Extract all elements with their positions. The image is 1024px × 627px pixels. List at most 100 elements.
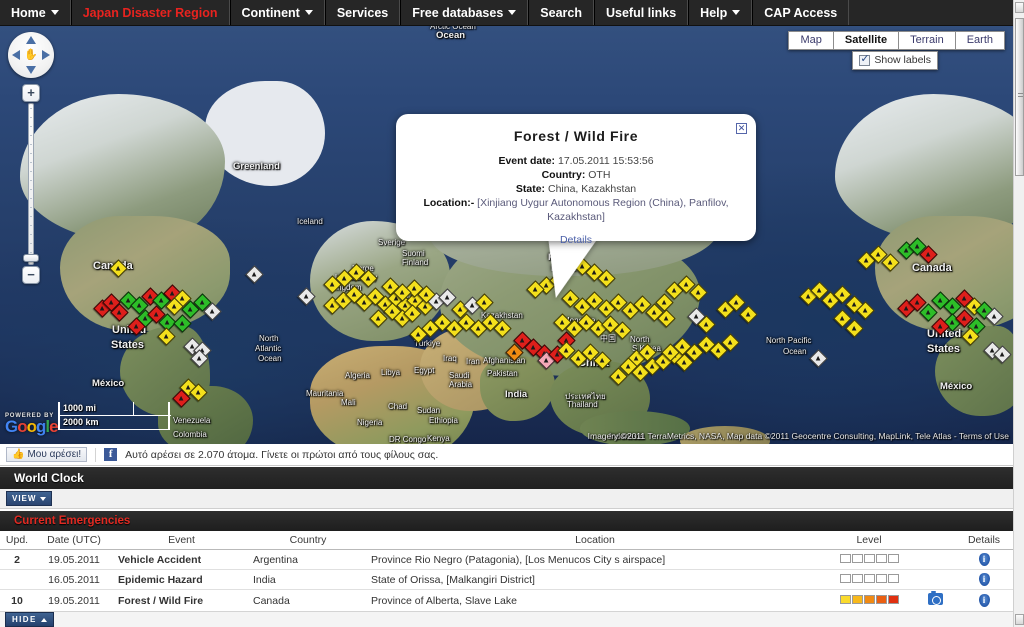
pan-hand-icon[interactable]: ✋ [24, 48, 38, 62]
map-pan-control[interactable]: ✋ [8, 32, 54, 78]
info-icon[interactable]: i [978, 573, 990, 586]
map-attribution: Imagery ©2011 TerraMetrics, NASA, Map da… [587, 431, 1009, 441]
map-type-terrain[interactable]: Terrain [899, 31, 956, 50]
zoom-in-button[interactable]: + [22, 84, 40, 102]
marker-glyph-icon: ▲ [598, 355, 607, 365]
thumbs-up-icon: 👍 [12, 449, 25, 460]
marker-glyph-icon: ▲ [861, 305, 870, 315]
pan-left-icon[interactable] [12, 50, 20, 60]
marker-glyph-icon: ▲ [690, 347, 699, 357]
nav-item-search[interactable]: Search [528, 0, 594, 25]
marker-glyph-icon: ▲ [422, 289, 431, 299]
facebook-like-label: Μου αρέσει! [27, 449, 82, 460]
level-gauge [839, 573, 899, 583]
scroll-down-icon[interactable] [1015, 614, 1024, 625]
cell-updates: 10 [0, 589, 34, 612]
cell-camera [915, 589, 955, 612]
marker-glyph-icon: ▲ [510, 347, 519, 357]
marker-glyph-icon: ▲ [815, 285, 824, 295]
world-clock-body: VIEW [0, 489, 1013, 509]
marker-glyph-icon: ▲ [924, 249, 933, 259]
marker-glyph-icon: ▲ [450, 323, 459, 333]
table-row[interactable]: 10 19.05.2011 Forest / Wild Fire Canada Prov… [0, 589, 1013, 612]
marker-glyph-icon: ▲ [650, 307, 659, 317]
marker-glyph-icon: ▲ [586, 347, 595, 357]
info-window[interactable]: ✕ Forest / Wild Fire Event date: 17.05.2… [396, 114, 756, 246]
info-details-link[interactable]: Details [414, 234, 738, 246]
info-location-row: Location:- [Xinjiang Uygur Autonomous Re… [414, 196, 738, 224]
map-viewport[interactable]: OceanArctic OceanGreenlandIcelandCanadaC… [0, 26, 1013, 444]
zoom-out-button[interactable]: − [22, 266, 40, 284]
zoom-thumb[interactable] [23, 254, 39, 262]
map-type-satellite[interactable]: Satellite [833, 31, 900, 50]
pan-down-icon[interactable] [26, 66, 36, 74]
hide-button[interactable]: HIDE [5, 612, 54, 627]
facebook-like-button[interactable]: 👍 Μου αρέσει! [6, 447, 88, 462]
info-location-label: Location:- [423, 197, 475, 209]
table-row[interactable]: 2 19.05.2011 Vehicle Accident Argentina Prov… [0, 549, 1013, 570]
nav-item-help[interactable]: Help [688, 0, 753, 25]
info-window-title: Forest / Wild Fire [513, 128, 639, 144]
cell-details: i [955, 569, 1013, 590]
info-icon[interactable]: i [978, 594, 990, 607]
marker-glyph-icon: ▲ [186, 304, 195, 314]
cell-location: Province Rio Negro (Patagonia), [Los Men… [367, 549, 823, 570]
nav-item-cap-access[interactable]: CAP Access [752, 0, 850, 25]
nav-item-japan-disaster-region[interactable]: Japan Disaster Region [70, 0, 230, 25]
marker-glyph-icon: ▲ [350, 289, 359, 299]
marker-glyph-icon: ▲ [826, 295, 835, 305]
world-clock-view-button[interactable]: VIEW [6, 491, 53, 506]
marker-glyph-icon: ▲ [666, 347, 675, 357]
cell-details: i [955, 549, 1013, 570]
show-labels-label: Show labels [874, 54, 931, 66]
level-gauge [839, 553, 899, 563]
nav-item-continent[interactable]: Continent [229, 0, 325, 25]
scroll-up-icon[interactable] [1015, 2, 1024, 13]
pan-right-icon[interactable] [42, 50, 50, 60]
marker-glyph-icon: ▲ [570, 323, 579, 333]
marker-glyph-icon: ▲ [162, 331, 171, 341]
level-gauge-cell [851, 553, 863, 563]
cell-level [823, 549, 915, 570]
marker-glyph-icon: ▲ [352, 267, 361, 277]
map-zoom-slider[interactable]: + − [22, 84, 40, 284]
pan-up-icon[interactable] [26, 36, 36, 44]
nav-item-services[interactable]: Services [324, 0, 401, 25]
facebook-like-bar: 👍 Μου αρέσει! f Αυτό αρέσει σε 2.070 άτο… [0, 444, 1013, 466]
table-row[interactable]: 16.05.2011 Epidemic Hazard India State of O… [0, 569, 1013, 590]
marker-glyph-icon: ▲ [198, 297, 207, 307]
scrollbar-grip-icon [1018, 93, 1023, 99]
nav-item-free-databases[interactable]: Free databases [400, 0, 529, 25]
marker-glyph-icon: ▲ [414, 329, 423, 339]
nav-item-home[interactable]: Home [0, 0, 71, 25]
map-type-map[interactable]: Map [788, 31, 834, 50]
marker-glyph-icon: ▲ [408, 308, 417, 318]
info-icon[interactable]: i [978, 553, 990, 566]
close-icon[interactable]: ✕ [736, 123, 747, 134]
main-navigation: Home Japan Disaster Region Continent Servic… [0, 0, 1013, 26]
marker-glyph-icon: ▲ [328, 279, 337, 289]
table-column-header: Date (UTC) [34, 531, 114, 550]
show-labels-checkbox-icon[interactable] [859, 53, 871, 66]
marker-glyph-icon: ▲ [157, 295, 166, 305]
show-labels-toggle[interactable]: Show labels [852, 51, 938, 70]
scrollbar-thumb[interactable] [1015, 18, 1024, 176]
level-gauge-cell [863, 594, 875, 604]
marker-glyph-icon: ▲ [480, 297, 489, 307]
table-column-header: Event [114, 531, 249, 550]
app-root: Home Japan Disaster Region Continent Servic… [0, 0, 1024, 627]
marker-glyph-icon: ▲ [574, 353, 583, 363]
marker-glyph-icon: ▲ [462, 317, 471, 327]
marker-glyph-icon: ▲ [614, 371, 623, 381]
current-emergencies-title: Current Emergencies [14, 515, 131, 527]
info-state-label: State: [515, 183, 546, 195]
map-type-earth[interactable]: Earth [955, 31, 1005, 50]
nav-item-useful-links[interactable]: Useful links [594, 0, 689, 25]
marker-glyph-icon: ▲ [702, 319, 711, 329]
level-gauge-cell [887, 573, 899, 583]
vertical-scrollbar[interactable] [1013, 0, 1024, 627]
camera-icon[interactable] [927, 591, 943, 605]
marker-glyph-icon: ▲ [371, 291, 380, 301]
map-type-control[interactable]: Map Satellite Terrain Earth [788, 31, 1005, 50]
marker-glyph-icon: ▲ [638, 299, 647, 309]
